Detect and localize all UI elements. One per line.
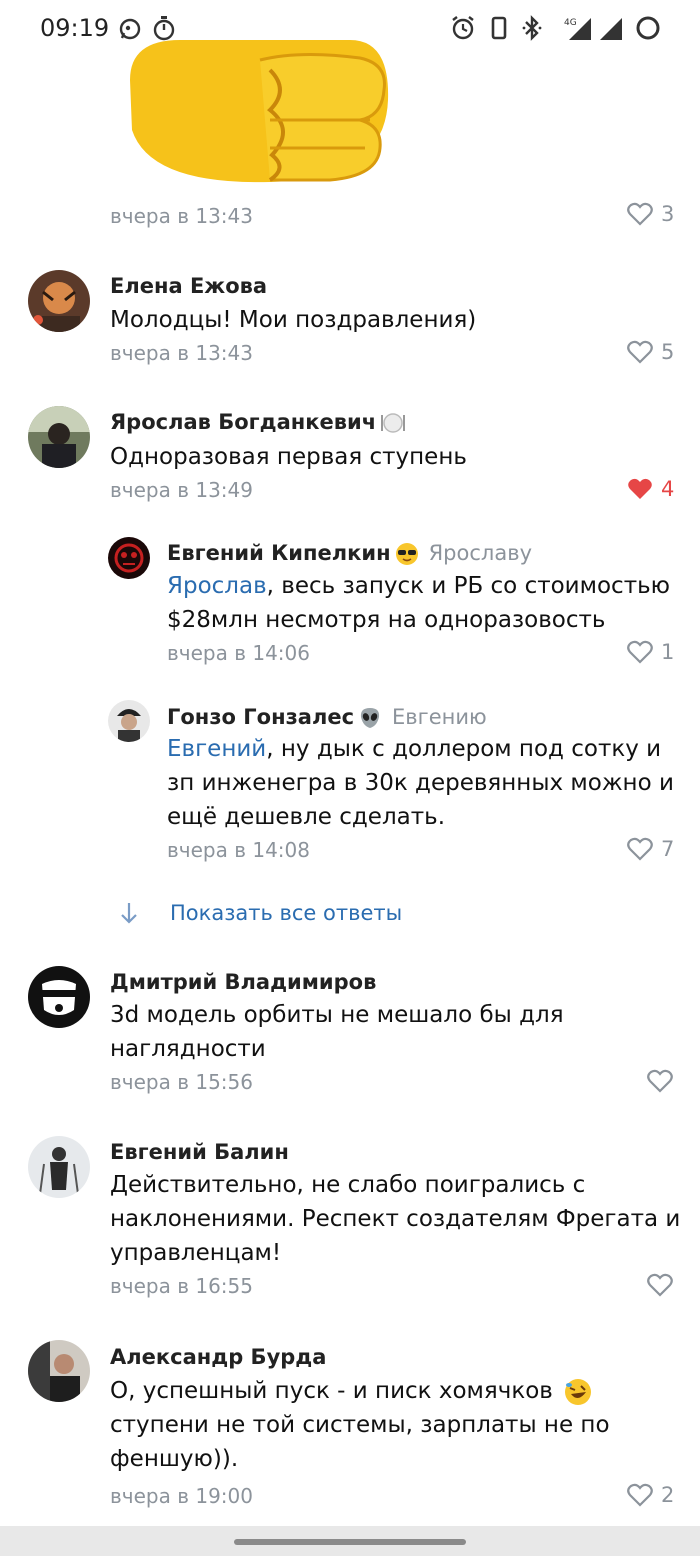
heart-outline-icon: [647, 1069, 673, 1093]
heart-outline-icon: [647, 1273, 673, 1297]
reply-to-label: Евгению: [392, 705, 487, 729]
mention-link[interactable]: Евгений: [167, 736, 266, 762]
comment-author[interactable]: Александр Бурда: [110, 1345, 326, 1369]
heart-filled-icon: [628, 478, 652, 499]
comment-text: Действительно, не слабо поигрались с нак…: [110, 1172, 681, 1266]
heart-outline-icon: [627, 340, 653, 364]
rofl-emoji-icon: [564, 1378, 591, 1405]
timer-icon: [153, 16, 175, 41]
mention-link[interactable]: Ярослав: [167, 573, 267, 599]
heart-outline-icon: [627, 202, 653, 226]
show-all-replies-label: Показать все ответы: [170, 901, 403, 925]
comment-text: 3d модель орбиты не мешало бы для нагляд…: [110, 1002, 564, 1062]
reply-to-label: Ярославу: [428, 541, 533, 565]
comment-time: вчера в 15:56: [110, 1070, 253, 1094]
comment-author[interactable]: Евгений Балин: [110, 1140, 289, 1164]
comment-text: Одноразовая первая ступень: [110, 444, 467, 470]
plate-emoji-icon: [381, 413, 406, 433]
status-time: 09:19: [40, 14, 110, 42]
avatar[interactable]: [28, 270, 90, 332]
reply-time: вчера в 14:06: [167, 641, 310, 665]
comment-author[interactable]: Ярослав Богданкевич: [110, 410, 406, 435]
heart-outline-icon: [627, 1483, 653, 1507]
like-count: 3: [661, 202, 675, 226]
home-gesture-handle[interactable]: [234, 1539, 466, 1545]
vibrate-icon: [491, 16, 507, 40]
sunglasses-emoji-icon: [395, 543, 418, 565]
like-button[interactable]: 7: [627, 837, 674, 861]
bluetooth-icon: [522, 15, 542, 41]
like-button[interactable]: 4: [627, 477, 674, 501]
comment-time: вчера в 19:00: [110, 1484, 253, 1508]
reply-author[interactable]: Гонзо Гонзалес Евгению: [167, 705, 487, 730]
avatar[interactable]: [28, 1136, 90, 1198]
post-like-button[interactable]: 3: [627, 202, 674, 226]
like-count: 2: [661, 1483, 675, 1507]
avatar[interactable]: [108, 537, 150, 579]
avatar[interactable]: [28, 406, 90, 468]
like-button[interactable]: 5: [627, 340, 674, 364]
svg-text:4G: 4G: [564, 18, 577, 28]
like-count: 4: [661, 477, 675, 501]
comment-author[interactable]: Дмитрий Владимиров: [110, 970, 376, 994]
signal-icon: [600, 18, 622, 40]
like-button[interactable]: [647, 1273, 673, 1297]
show-all-replies-button[interactable]: Показать все ответы: [118, 900, 402, 926]
comment-time: вчера в 13:49: [110, 478, 253, 502]
signal-4g-icon: 4G: [564, 18, 591, 40]
alien-emoji-icon: [360, 708, 380, 728]
comment-text: О, успешный пуск - и писк хомячков ступе…: [110, 1378, 610, 1472]
like-button[interactable]: 1: [627, 640, 674, 664]
alarm-icon: [452, 16, 474, 40]
heart-outline-icon: [627, 837, 653, 861]
comment-time: вчера в 16:55: [110, 1274, 253, 1298]
whatsapp-icon: [119, 18, 141, 40]
like-count: 1: [661, 640, 675, 664]
arrow-down-icon: [121, 903, 137, 924]
heart-outline-icon: [627, 640, 653, 664]
like-count: 7: [661, 837, 675, 861]
battery-ring-icon: [636, 16, 660, 40]
reply-time: вчера в 14:08: [167, 838, 310, 862]
reply-text: Евгений, ну дык с доллером под сотку и з…: [167, 736, 674, 830]
post-time: вчера в 13:43: [110, 204, 253, 228]
comment-text: Молодцы! Мои поздравления): [110, 307, 477, 333]
reply-text: Ярослав, весь запуск и РБ со стоимостью …: [167, 573, 671, 633]
avatar[interactable]: [28, 966, 90, 1028]
like-button[interactable]: [647, 1069, 673, 1093]
comment-time: вчера в 13:43: [110, 341, 253, 365]
comment-author[interactable]: Елена Ежова: [110, 274, 267, 298]
thumbs-up-sticker: [130, 40, 389, 183]
like-button[interactable]: 2: [627, 1483, 674, 1507]
gesture-nav-bar: [0, 1526, 700, 1556]
avatar[interactable]: [28, 1340, 90, 1402]
like-count: 5: [661, 340, 675, 364]
reply-author[interactable]: Евгений Кипелкин Ярославу: [167, 541, 532, 566]
avatar[interactable]: [108, 700, 150, 742]
